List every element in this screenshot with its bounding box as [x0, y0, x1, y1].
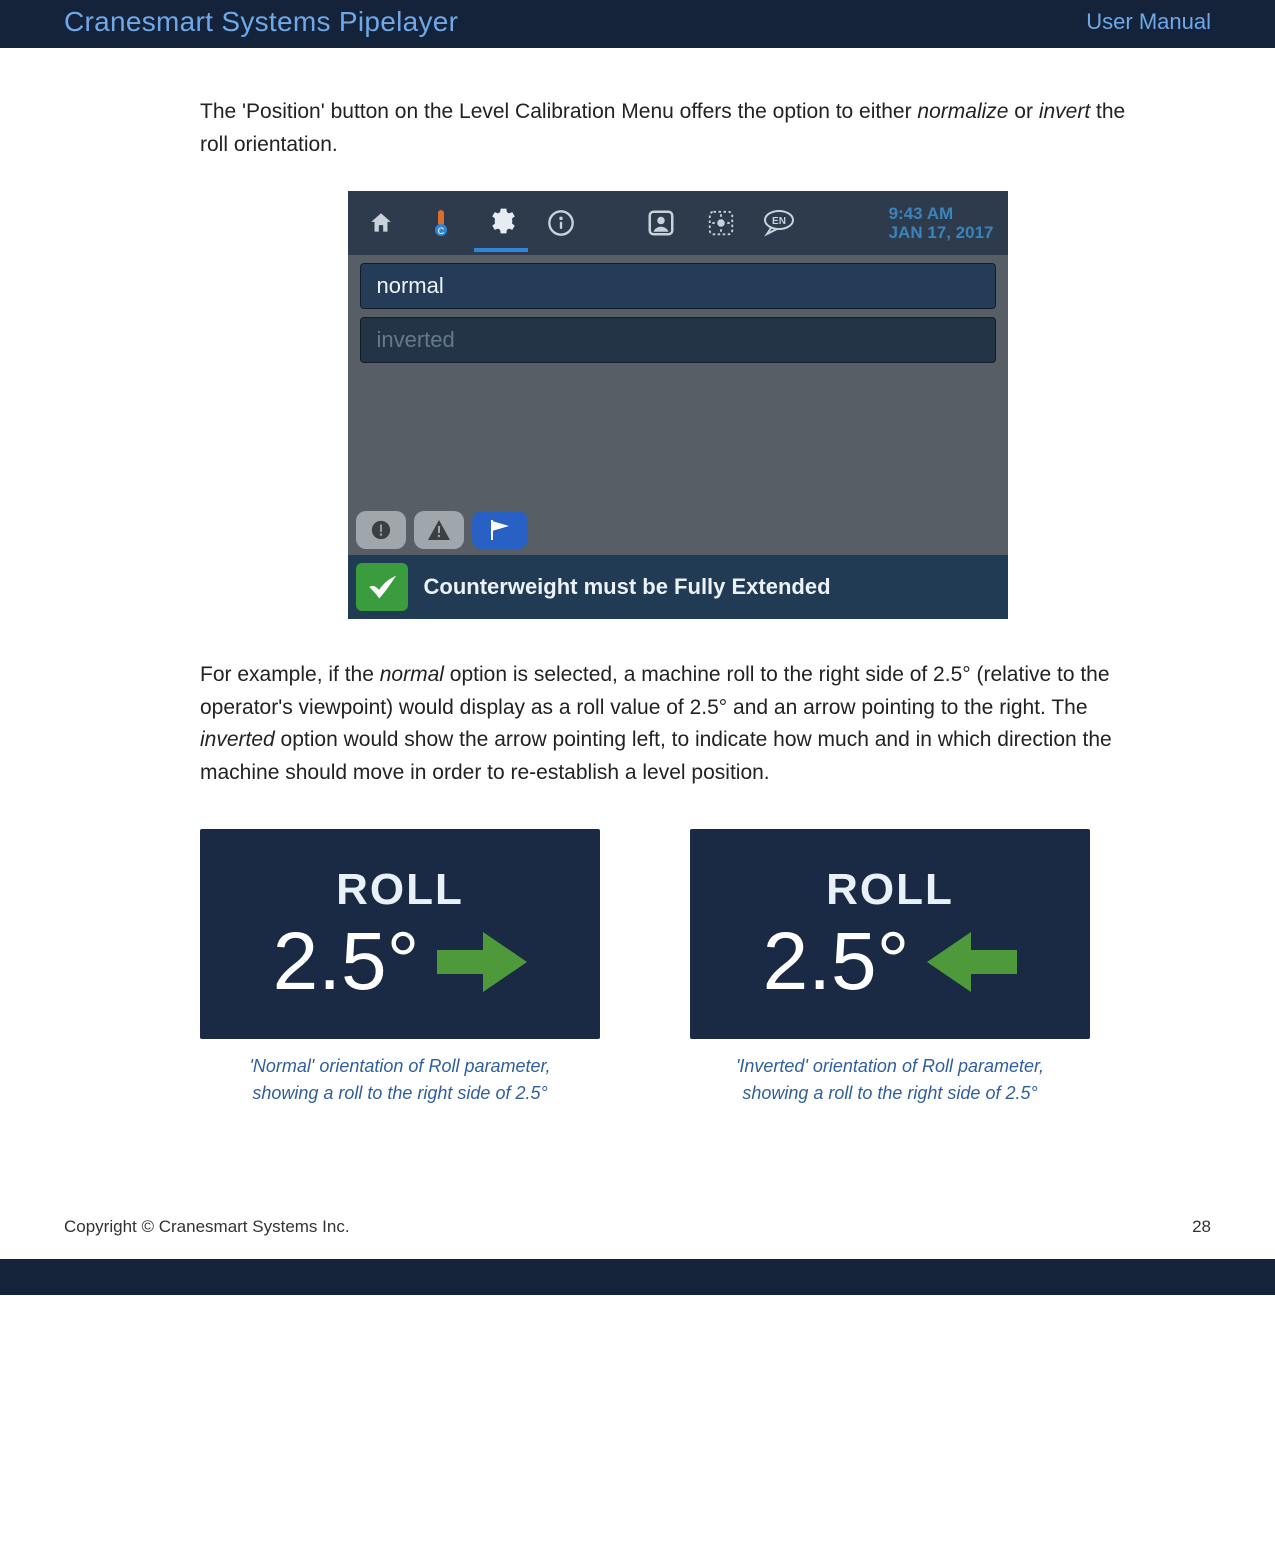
- alert-tab-info[interactable]: [356, 511, 406, 549]
- clock: 9:43 AM JAN 17, 2017: [889, 204, 1002, 243]
- page-number: 28: [1192, 1217, 1211, 1237]
- roll-tile: ROLL 2.5°: [200, 829, 600, 1039]
- clock-time: 9:43 AM: [889, 204, 994, 224]
- text-emph: inverted: [200, 728, 275, 751]
- status-bar: Counterweight must be Fully Extended: [348, 555, 1008, 619]
- text: The 'Position' button on the Level Calib…: [200, 100, 917, 123]
- device-toolbar: C EN 9:43 AM: [348, 191, 1008, 255]
- footer-bar: [0, 1259, 1275, 1295]
- text: showing a roll to the right side of 2.5°: [252, 1083, 547, 1103]
- roll-label: ROLL: [826, 865, 954, 915]
- clock-date: JAN 17, 2017: [889, 223, 994, 243]
- doc-subtitle: User Manual: [1086, 9, 1211, 35]
- text-emph: normalize: [917, 100, 1008, 123]
- roll-value: 2.5°: [273, 921, 420, 1003]
- brightness-icon[interactable]: [694, 196, 748, 250]
- temperature-icon[interactable]: C: [414, 196, 468, 250]
- language-label: EN: [772, 216, 786, 227]
- text-emph: invert: [1039, 100, 1090, 123]
- option-label: normal: [377, 273, 444, 299]
- language-icon[interactable]: EN: [754, 196, 808, 250]
- page-header: Cranesmart Systems Pipelayer User Manual: [0, 0, 1275, 48]
- roll-tile: ROLL 2.5°: [690, 829, 1090, 1039]
- info-icon[interactable]: [534, 196, 588, 250]
- roll-example-inverted: ROLL 2.5° 'Inverted' orientation of Roll…: [690, 829, 1090, 1107]
- status-message: Counterweight must be Fully Extended: [424, 574, 831, 600]
- text: showing a roll to the right side of 2.5°: [742, 1083, 1037, 1103]
- page-footer: Copyright © Cranesmart Systems Inc. 28: [0, 1217, 1275, 1237]
- option-normal[interactable]: normal: [360, 263, 996, 309]
- roll-value: 2.5°: [763, 921, 910, 1003]
- alert-tab-warning[interactable]: [414, 511, 464, 549]
- arrow-left-icon: [927, 930, 1017, 994]
- paragraph-intro: The 'Position' button on the Level Calib…: [200, 96, 1155, 161]
- status-tabs: [348, 505, 1008, 555]
- user-icon[interactable]: [634, 196, 688, 250]
- paragraph-example: For example, if the normal option is sel…: [200, 659, 1155, 789]
- home-icon[interactable]: [354, 196, 408, 250]
- text: or: [1008, 100, 1038, 123]
- svg-text:C: C: [437, 226, 444, 236]
- roll-examples: ROLL 2.5° 'Normal' orientation of Roll p…: [200, 829, 1155, 1107]
- arrow-right-icon: [437, 930, 527, 994]
- text: For example, if the: [200, 663, 380, 686]
- roll-example-normal: ROLL 2.5° 'Normal' orientation of Roll p…: [200, 829, 600, 1107]
- device-screenshot: C EN 9:43 AM: [200, 191, 1155, 619]
- text: 'Inverted' orientation of Roll parameter…: [736, 1056, 1044, 1076]
- status-ok-icon: [356, 563, 408, 611]
- position-options: normal inverted: [348, 255, 1008, 375]
- option-inverted[interactable]: inverted: [360, 317, 996, 363]
- roll-caption-normal: 'Normal' orientation of Roll parameter, …: [200, 1053, 600, 1107]
- settings-icon[interactable]: [474, 194, 528, 252]
- text-emph: normal: [380, 663, 444, 686]
- doc-title: Cranesmart Systems Pipelayer: [64, 6, 458, 38]
- copyright: Copyright © Cranesmart Systems Inc.: [64, 1217, 350, 1237]
- roll-caption-inverted: 'Inverted' orientation of Roll parameter…: [690, 1053, 1090, 1107]
- option-label: inverted: [377, 327, 455, 353]
- text: option would show the arrow pointing lef…: [200, 728, 1112, 784]
- roll-label: ROLL: [336, 865, 464, 915]
- text: 'Normal' orientation of Roll parameter,: [249, 1056, 550, 1076]
- alert-tab-flag[interactable]: [472, 511, 528, 549]
